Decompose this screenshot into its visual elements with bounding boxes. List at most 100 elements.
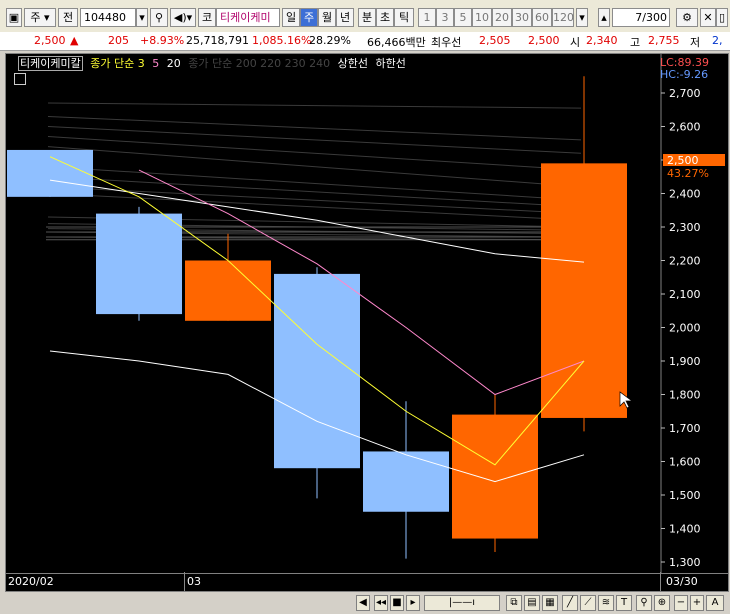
prev-button[interactable]: 전 — [58, 8, 78, 27]
play-icon[interactable]: ▸ — [406, 595, 420, 611]
legend-upper: 상한선 — [337, 57, 369, 70]
scroll-left-icon[interactable]: ◀ — [356, 595, 370, 611]
price-change: 205 — [108, 34, 129, 47]
font-size-icon[interactable]: A — [706, 595, 724, 611]
candle-body — [274, 273, 360, 469]
market-label: 주 — [30, 11, 41, 24]
legend-ma20: 20 — [166, 57, 181, 70]
y-tick-label: 2,700 — [669, 87, 701, 100]
spin-icon[interactable]: ▴ — [598, 8, 610, 27]
grid-icon[interactable]: ▦ — [542, 595, 558, 611]
minute-120-button[interactable]: 120 — [552, 8, 574, 27]
minus-icon[interactable]: − — [674, 595, 688, 611]
grid-toggle-icon[interactable] — [14, 73, 26, 85]
candle-body — [452, 414, 538, 539]
reference-line — [47, 115, 582, 141]
period-day-button[interactable]: 일 — [282, 8, 300, 27]
candle-body — [363, 451, 449, 512]
legend-ma3: 종가 단순 3 — [90, 57, 145, 70]
turnover: 28.29% — [309, 34, 351, 47]
reference-line — [47, 136, 582, 171]
page-total: /300 — [642, 11, 667, 24]
high-label: 고 — [630, 36, 641, 49]
price-chart[interactable]: 1,300 1,400 1,500 1,600 1,700 1,800 1,900 2,000… — [6, 54, 728, 574]
hc-value: HC:-9.26 — [660, 68, 709, 81]
minute-60-button[interactable]: 60 — [532, 8, 552, 27]
x-label-right: 03/30 — [666, 575, 698, 588]
draw-icon[interactable]: ╱ — [562, 595, 578, 611]
low-price: 2, — [712, 34, 723, 47]
page-counter[interactable]: 7/300 — [612, 8, 670, 27]
y-tick-label: 1,800 — [669, 389, 701, 402]
zoom-in-icon[interactable]: ⊕ — [654, 595, 670, 611]
current-pct-label: 43.27% — [667, 167, 709, 180]
stock-name-field[interactable]: 티케이케미 — [216, 8, 280, 27]
current-price: 2,500 — [34, 34, 66, 47]
y-tick-label: 1,500 — [669, 489, 701, 502]
chart-legend: 티케이케미칼 종가 단순 3 5 20 종가 단순 200 220 230 24… — [18, 55, 410, 71]
search-icon[interactable]: ⚲ — [636, 595, 652, 611]
second-button[interactable]: 초 — [376, 8, 394, 27]
fib-icon[interactable]: ≋ — [598, 595, 614, 611]
period-week-button[interactable]: 주 — [300, 8, 318, 27]
open-price: 2,340 — [586, 34, 618, 47]
y-tick-label: 2,300 — [669, 221, 701, 234]
search-icon[interactable]: ⚲ — [150, 8, 168, 27]
y-tick-label: 1,400 — [669, 523, 701, 536]
volume: 25,718,791 — [186, 34, 249, 47]
ask-price: 2,505 — [479, 34, 511, 47]
trade-amount: 66,466백만 — [367, 36, 426, 49]
low-label: 저 — [690, 36, 701, 49]
quote-bar: 2,500 ▲ 205 +8.93% 25,718,791 1,085.16% … — [0, 32, 730, 51]
x-label-mid: 03 — [187, 575, 201, 588]
line-icon[interactable]: ⟋ — [580, 595, 596, 611]
tick-button[interactable]: 틱 — [394, 8, 414, 27]
y-tick-label: 1,900 — [669, 355, 701, 368]
cross-icon[interactable]: ✕ — [700, 8, 716, 27]
minute-1-button[interactable]: 1 — [418, 8, 436, 27]
step-back-icon[interactable]: ◂◂ — [374, 595, 388, 611]
stop-icon[interactable]: ■ — [390, 595, 404, 611]
minute-10-button[interactable]: 10 — [472, 8, 492, 27]
more-icon[interactable]: ▯ — [716, 8, 728, 27]
x-label-left: 2020/02 — [8, 575, 54, 588]
legend-stock-name[interactable]: 티케이케미칼 — [18, 56, 83, 71]
window-menu-button[interactable]: ▣ — [6, 8, 22, 27]
plus-icon[interactable]: + — [690, 595, 704, 611]
chevron-down-icon[interactable]: ▾ — [136, 8, 148, 27]
y-tick-label: 2,400 — [669, 188, 701, 201]
text-icon[interactable]: T — [616, 595, 632, 611]
y-tick-label: 2,600 — [669, 121, 701, 134]
pref-label: 최우선 — [431, 36, 462, 49]
minute-3-button[interactable]: 3 — [436, 8, 454, 27]
candle-body — [185, 260, 271, 321]
up-arrow-icon: ▲ — [70, 34, 79, 47]
minute-30-button[interactable]: 30 — [512, 8, 532, 27]
period-month-button[interactable]: 월 — [318, 8, 336, 27]
toolbar: ▣ 주 ▾ 전 104480 ▾ ⚲ ◀)▾ 코 티케이케미 일 주 월 년 분… — [0, 0, 730, 33]
kr-button[interactable]: 코 — [198, 8, 216, 27]
minute-button[interactable]: 분 — [358, 8, 376, 27]
chart-settings-icon[interactable]: ⚙ — [676, 8, 698, 27]
minute-5-button[interactable]: 5 — [454, 8, 472, 27]
market-select[interactable]: 주 ▾ — [24, 8, 56, 27]
speaker-icon[interactable]: ◀)▾ — [170, 8, 196, 27]
chevron-down-icon[interactable]: ▾ — [576, 8, 588, 27]
window-icon[interactable]: ⧉ — [506, 595, 522, 611]
minute-20-button[interactable]: 20 — [492, 8, 512, 27]
reference-line — [47, 126, 582, 154]
legend-long-ma: 종가 단순 200 220 230 240 — [188, 57, 331, 70]
y-tick-label: 1,600 — [669, 456, 701, 469]
reference-line — [47, 146, 582, 188]
y-tick-label: 2,000 — [669, 322, 701, 335]
reference-line — [47, 102, 582, 109]
legend-lower: 하한선 — [375, 57, 406, 70]
price-change-pct: +8.93% — [140, 34, 185, 47]
period-year-button[interactable]: 년 — [336, 8, 354, 27]
chart-area[interactable]: 1,300 1,400 1,500 1,600 1,700 1,800 1,900 2,000… — [5, 53, 729, 575]
x-axis: 2020/02 03 03/30 — [5, 572, 729, 592]
reference-line — [47, 186, 582, 215]
code-input[interactable]: 104480 — [80, 8, 136, 27]
layout-icon[interactable]: ▤ — [524, 595, 540, 611]
zoom-slider[interactable]: |——ı — [424, 595, 500, 611]
